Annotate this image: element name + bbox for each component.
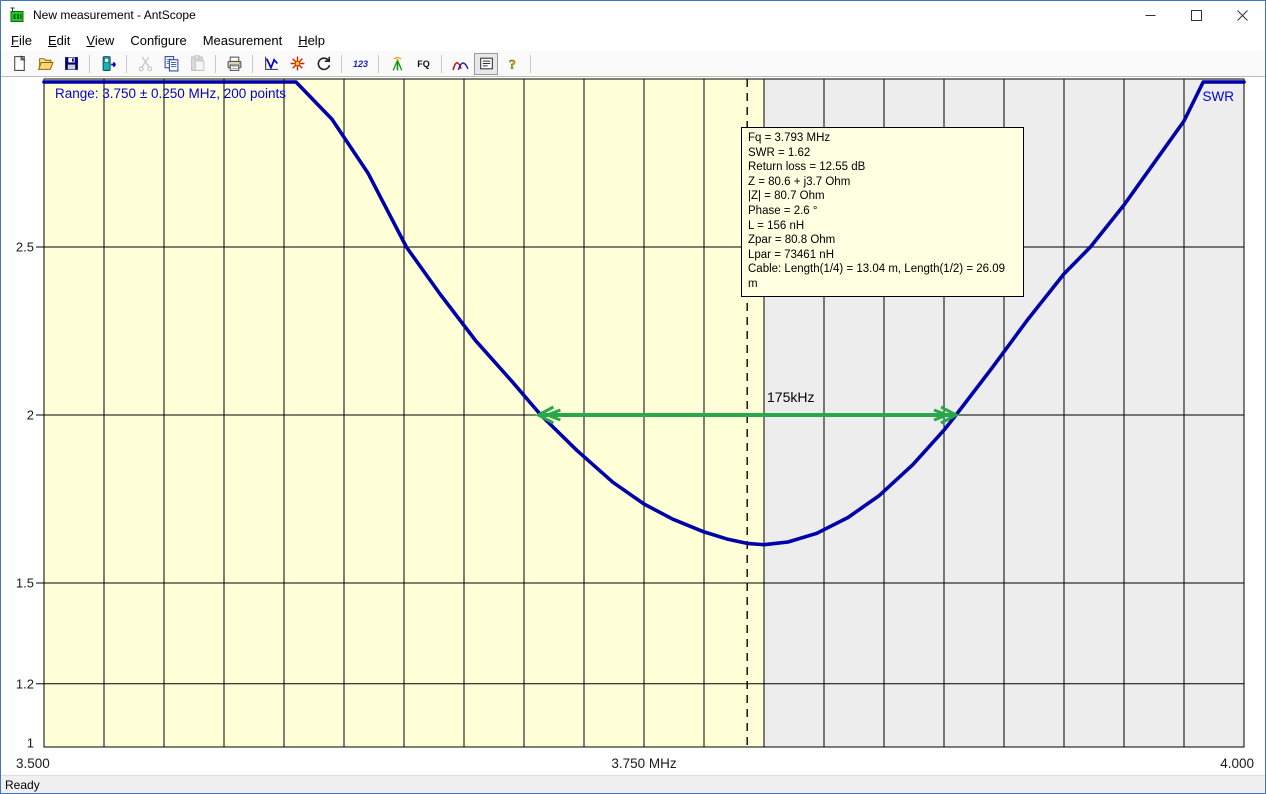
tooltip-line: L = 156 nH <box>748 219 1017 234</box>
toolbar-button-paste <box>185 53 209 75</box>
rescan-icon <box>315 55 332 72</box>
svg-text:FQ: FQ <box>417 59 430 69</box>
bandwidth-annotation: 175kHz <box>767 389 814 405</box>
status-bar: Ready <box>1 775 1265 794</box>
maximize-button[interactable] <box>1173 1 1219 29</box>
close-button[interactable] <box>1219 1 1265 29</box>
toolbar-button-list-view[interactable] <box>474 53 498 75</box>
tooltip-line: Phase = 2.6 ° <box>748 204 1017 219</box>
toolbar-separator <box>252 55 253 73</box>
toolbar-button-antenna[interactable] <box>385 53 409 75</box>
export-to-device-icon <box>100 55 117 72</box>
menu-item-configure[interactable]: Configure <box>122 31 194 50</box>
series-label: SWR <box>1203 89 1235 104</box>
y-tick-label: 1.5 <box>16 576 34 591</box>
toolbar-button-export-to-device[interactable] <box>96 53 120 75</box>
numeric-view-icon: 123 <box>352 55 369 72</box>
y-tick-label: 1 <box>27 736 34 751</box>
chart-view-icon <box>263 55 280 72</box>
scan-icon <box>289 55 306 72</box>
menu-item-view[interactable]: View <box>78 31 122 50</box>
toolbar-separator <box>530 55 531 73</box>
x-tick-label: 4.000 <box>1220 756 1254 771</box>
maximize-icon <box>1191 10 1202 21</box>
toolbar-separator <box>215 55 216 73</box>
menu-item-edit[interactable]: Edit <box>40 31 78 50</box>
y-tick-label: 1.2 <box>16 676 34 691</box>
window-title: New measurement - AntScope <box>33 8 196 22</box>
tooltip-line: Lpar = 73461 nH <box>748 248 1017 263</box>
x-tick-label: 3.750 MHz <box>611 756 677 771</box>
toolbar-separator <box>89 55 90 73</box>
toolbar-separator <box>378 55 379 73</box>
svg-text:123: 123 <box>352 59 367 69</box>
new-icon <box>11 55 28 72</box>
app-window: New measurement - AntScope FileEditViewC… <box>0 0 1266 794</box>
frequency-icon: FQ <box>415 55 432 72</box>
print-icon <box>226 55 243 72</box>
swr-plot[interactable]: 2.5 2 1.5 1.2 1 3.500 3.750 MHz 4.000 <box>1 77 1266 775</box>
tooltip-line: SWR = 1.62 <box>748 146 1017 161</box>
toolbar-separator <box>126 55 127 73</box>
toolbar-button-frequency[interactable]: FQ <box>411 53 435 75</box>
toolbar-button-chart-view[interactable] <box>259 53 283 75</box>
menu-item-file[interactable]: File <box>3 31 40 50</box>
close-icon <box>1237 10 1248 21</box>
paste-icon <box>189 55 206 72</box>
tooltip-line: Cable: Length(1/4) = 13.04 m, Length(1/2… <box>748 262 1017 291</box>
tooltip-line: Z = 80.6 + j3.7 Ohm <box>748 175 1017 190</box>
status-text: Ready <box>5 778 40 792</box>
toolbar-separator <box>441 55 442 73</box>
minimize-button[interactable] <box>1127 1 1173 29</box>
toolbar-button-curves-view[interactable] <box>448 53 472 75</box>
toolbar-button-save[interactable] <box>59 53 83 75</box>
curves-view-icon <box>452 55 469 72</box>
minimize-icon <box>1145 10 1156 21</box>
title-bar: New measurement - AntScope <box>1 1 1265 29</box>
toolbar-button-rescan[interactable] <box>311 53 335 75</box>
antenna-icon <box>389 55 406 72</box>
toolbar-button-help[interactable]: ? <box>500 53 524 75</box>
toolbar-button-open[interactable] <box>33 53 57 75</box>
cut-icon <box>137 55 154 72</box>
app-icon <box>9 7 26 24</box>
tooltip-line: Fq = 3.793 MHz <box>748 131 1017 146</box>
x-tick-label: 3.500 <box>16 756 50 771</box>
tooltip-line: Return loss = 12.55 dB <box>748 160 1017 175</box>
toolbar-button-print[interactable] <box>222 53 246 75</box>
measurement-tooltip: Fq = 3.793 MHzSWR = 1.62Return loss = 12… <box>741 127 1024 297</box>
open-icon <box>37 55 54 72</box>
toolbar-separator <box>341 55 342 73</box>
y-tick-label: 2.5 <box>16 240 34 255</box>
tooltip-line: |Z| = 80.7 Ohm <box>748 189 1017 204</box>
chart-client-area: 2.5 2 1.5 1.2 1 3.500 3.750 MHz 4.000 Range: 3.… <box>1 77 1266 775</box>
menu-item-measurement[interactable]: Measurement <box>195 31 290 50</box>
help-icon: ? <box>504 55 521 72</box>
toolbar-button-scan[interactable] <box>285 53 309 75</box>
tooltip-line: Zpar = 80.8 Ohm <box>748 233 1017 248</box>
svg-text:?: ? <box>509 57 516 72</box>
save-icon <box>63 55 80 72</box>
toolbar-button-new[interactable] <box>7 53 31 75</box>
list-view-icon <box>478 55 495 72</box>
toolbar-button-copy[interactable] <box>159 53 183 75</box>
menu-item-help[interactable]: Help <box>290 31 333 50</box>
menu-bar: FileEditViewConfigureMeasurementHelp <box>1 29 1265 51</box>
y-tick-label: 2 <box>27 408 34 423</box>
toolbar: 123 FQ? <box>1 51 1265 77</box>
range-label: Range: 3.750 ± 0.250 MHz, 200 points <box>55 86 286 101</box>
toolbar-button-cut <box>133 53 157 75</box>
copy-icon <box>163 55 180 72</box>
toolbar-button-numeric-view[interactable]: 123 <box>348 53 372 75</box>
